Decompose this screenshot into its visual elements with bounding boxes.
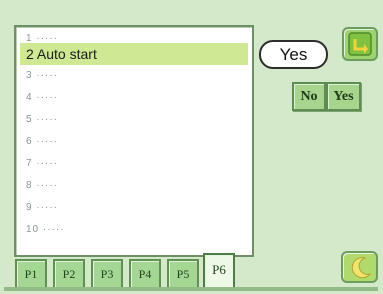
no-button[interactable]: No	[292, 82, 326, 111]
list-item-label: ·····	[36, 92, 58, 103]
list-item-8[interactable]: 8 ·····	[20, 176, 248, 196]
list-item-7[interactable]: 7 ·····	[20, 154, 248, 174]
current-value-display: Yes	[259, 40, 328, 69]
list-item-number: 2	[26, 46, 34, 62]
list-item-9[interactable]: 9 ·····	[20, 198, 248, 218]
list-item-number: 7	[26, 158, 33, 169]
list-item-label: ·····	[36, 158, 58, 169]
list-item-number: 9	[26, 202, 33, 213]
tab-p3[interactable]: P3	[91, 259, 123, 289]
return-button[interactable]	[342, 27, 378, 61]
list-item-number: 10	[26, 224, 40, 235]
settings-screen: 1 ····· 2 Auto start 3 ····· 4 ····· 5 ·…	[0, 0, 383, 294]
list-item-3[interactable]: 3 ·····	[20, 66, 248, 86]
bottom-strip	[4, 287, 378, 291]
list-item-label: Auto start	[36, 46, 97, 62]
list-item-number: 8	[26, 180, 33, 191]
list-item-10[interactable]: 10 ·····	[20, 220, 248, 240]
list-item-number: 5	[26, 114, 33, 125]
settings-list: 1 ····· 2 Auto start 3 ····· 4 ····· 5 ·…	[14, 25, 254, 257]
list-item-number: 4	[26, 92, 33, 103]
moon-icon	[351, 257, 372, 279]
tab-p4[interactable]: P4	[129, 259, 161, 289]
tab-p2[interactable]: P2	[53, 259, 85, 289]
list-item-label: ·····	[36, 136, 58, 147]
list-item-6[interactable]: 6 ·····	[20, 132, 248, 152]
return-arrow-icon	[348, 32, 372, 56]
list-item-auto-start[interactable]: 2 Auto start	[20, 43, 248, 65]
list-item-label: ·····	[42, 224, 65, 235]
tab-p5[interactable]: P5	[167, 259, 199, 289]
sleep-button[interactable]	[341, 251, 378, 283]
list-item-4[interactable]: 4 ·····	[20, 88, 248, 108]
list-item-number: 6	[26, 136, 33, 147]
list-item-number: 3	[26, 70, 33, 81]
list-item-label: ·····	[36, 114, 58, 125]
list-item-label: ·····	[36, 180, 58, 191]
yes-button[interactable]: Yes	[326, 82, 361, 111]
tab-p1[interactable]: P1	[15, 259, 47, 289]
tab-p6[interactable]: P6	[203, 253, 235, 289]
list-item-5[interactable]: 5 ·····	[20, 110, 248, 130]
list-item-label: ·····	[36, 202, 58, 213]
list-item-label: ·····	[36, 70, 58, 81]
